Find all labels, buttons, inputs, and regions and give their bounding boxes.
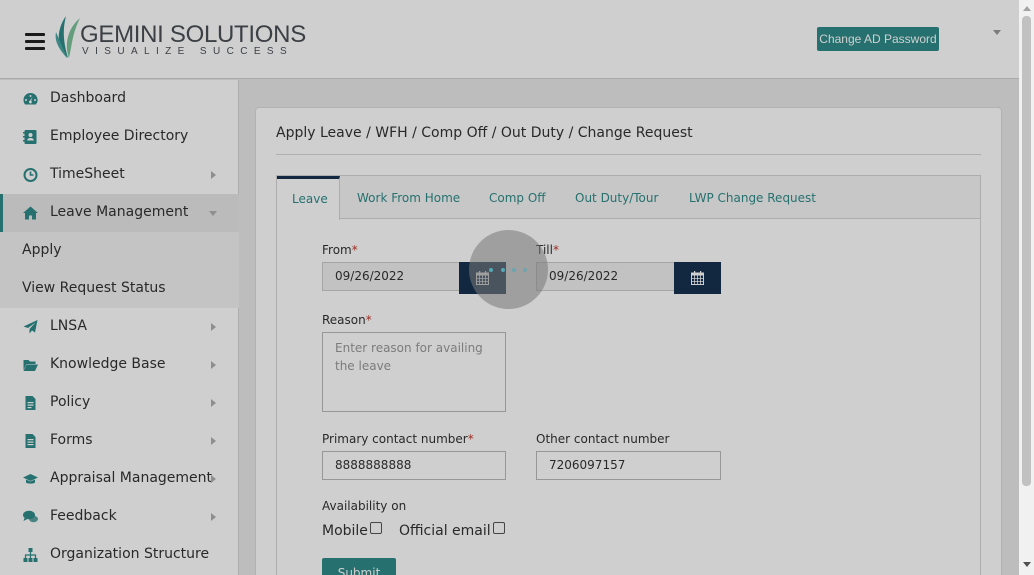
scroll-down-arrow-icon[interactable] — [1023, 562, 1031, 567]
loader-dot — [501, 268, 505, 272]
loading-spinner — [469, 230, 548, 309]
loader-dot — [523, 268, 527, 272]
page-scrollbar[interactable] — [1019, 0, 1034, 575]
scrollbar-thumb[interactable] — [1022, 16, 1031, 486]
loader-dot — [489, 268, 493, 272]
loader-dot — [512, 268, 516, 272]
scroll-up-arrow-icon[interactable] — [1023, 6, 1031, 11]
